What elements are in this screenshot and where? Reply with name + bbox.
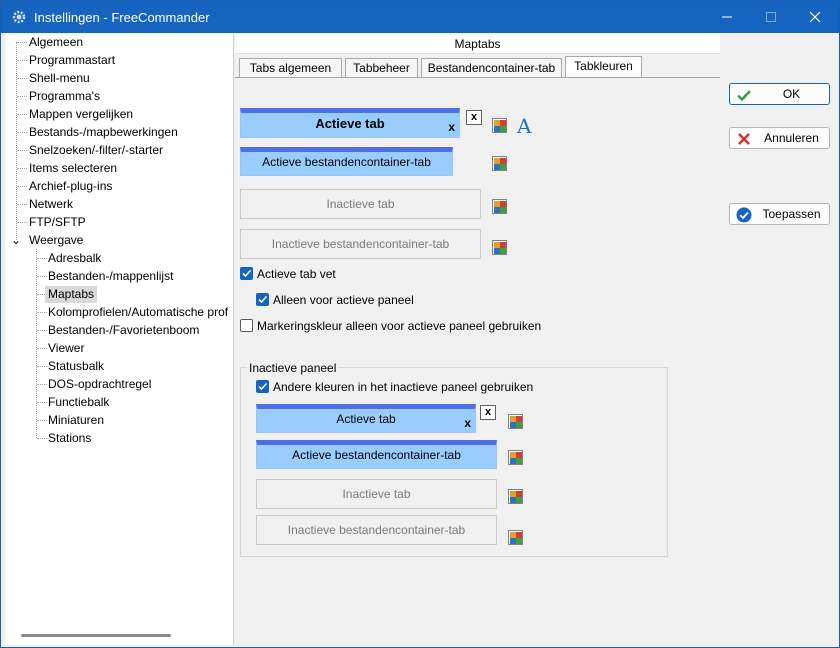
marking-color-checkbox[interactable]: Markeringskleur alleen voor actieve pane… — [240, 319, 541, 335]
tree-item-viewer[interactable]: Viewer — [48, 340, 84, 357]
check-icon — [737, 90, 751, 102]
marking-color-label: Markeringskleur alleen voor actieve pane… — [257, 319, 542, 333]
inactive-container-tab-swatch[interactable]: Inactieve bestandencontainer-tab — [240, 229, 481, 259]
tab-tabbeheer[interactable]: Tabbeheer — [345, 58, 418, 78]
tab-close-icon: x — [448, 120, 455, 134]
inactive-tab-swatch[interactable]: Inactieve tab — [240, 189, 481, 219]
tree-item-favorietenboom[interactable]: Bestanden-/Favorietenboom — [48, 322, 199, 339]
tree-item-items-selecteren[interactable]: Items selecteren — [29, 160, 117, 177]
tree-item-bestands-mapbewerkingen[interactable]: Bestands-/mapbewerkingen — [29, 124, 178, 141]
inactive-group-inactive-container-swatch[interactable]: Inactieve bestandencontainer-tab — [256, 515, 497, 545]
tree-item-archief-plug-ins[interactable]: Archief-plug-ins — [29, 178, 112, 195]
settings-tree[interactable]: Algemeen Programmastart Shell-menu Progr… — [5, 34, 234, 645]
group-title: Inactieve paneel — [247, 361, 339, 375]
tree-item-bestanden-mappenlijst[interactable]: Bestanden-/mappenlijst — [48, 268, 173, 285]
active-tab-swatch[interactable]: Actieve tab x — [240, 108, 460, 138]
active-container-tab-swatch[interactable]: Actieve bestandencontainer-tab — [240, 147, 453, 176]
gear-icon — [12, 10, 26, 24]
color-picker-button[interactable] — [492, 240, 507, 255]
tree-item-statusbalk[interactable]: Statusbalk — [48, 358, 104, 375]
title-bar[interactable]: Instellingen - FreeCommander — [1, 1, 839, 33]
font-button-icon[interactable]: A — [517, 114, 531, 138]
other-colors-checkbox[interactable]: Andere kleuren in het inactieve paneel g… — [256, 380, 533, 396]
tree-item-netwerk[interactable]: Netwerk — [29, 196, 73, 213]
tree-item-miniaturen[interactable]: Miniaturen — [48, 412, 104, 429]
color-picker-button[interactable] — [508, 530, 523, 545]
close-box-button[interactable]: x — [480, 405, 496, 420]
color-picker-button[interactable] — [508, 414, 523, 429]
tab-bestandencontainer[interactable]: Bestandencontainer-tab — [421, 58, 562, 78]
close-icon — [738, 133, 750, 145]
inactive-group-active-tab-label: Actieve tab — [336, 412, 396, 426]
inactive-group-active-tab-swatch[interactable]: Actieve tab x — [256, 404, 476, 433]
active-tab-bold-checkbox[interactable]: Actieve tab vet — [240, 267, 336, 283]
tree-item-algemeen[interactable]: Algemeen — [29, 34, 83, 51]
tab-tabkleuren[interactable]: Tabkleuren — [565, 56, 642, 78]
close-button[interactable] — [795, 5, 835, 29]
tab-strip: Tabs algemeen Tabbeheer Bestandencontain… — [235, 56, 720, 78]
window-title: Instellingen - FreeCommander — [34, 10, 210, 25]
active-tab-label: Actieve tab — [315, 116, 385, 131]
only-active-panel-checkbox[interactable]: Alleen voor actieve paneel — [256, 293, 414, 309]
active-tab-bold-label: Actieve tab vet — [257, 267, 336, 281]
tree-item-snelzoeken[interactable]: Snelzoeken/-filter/-starter — [29, 142, 163, 159]
action-pane: OK Annuleren Toepassen — [721, 34, 839, 645]
horizontal-scrollbar[interactable] — [21, 634, 171, 637]
settings-window: Instellingen - FreeCommander Algemeen Pr… — [0, 0, 840, 648]
other-colors-label: Andere kleuren in het inactieve paneel g… — [273, 380, 534, 394]
chevron-down-icon[interactable]: ⌄ — [11, 232, 21, 249]
checkmark-icon — [256, 380, 269, 393]
minimize-button[interactable] — [707, 5, 747, 29]
tree-item-shell-menu[interactable]: Shell-menu — [29, 70, 90, 87]
apply-button[interactable]: Toepassen — [729, 203, 830, 225]
checkbox-icon — [240, 319, 253, 332]
color-picker-button[interactable] — [492, 156, 507, 171]
tree-item-ftp-sftp[interactable]: FTP/SFTP — [29, 214, 86, 231]
tree-item-stations[interactable]: Stations — [48, 430, 91, 447]
tree-item-kolomprofielen[interactable]: Kolomprofielen/Automatische prof — [48, 304, 228, 321]
maptabs-panel: Maptabs Tabs algemeen Tabbeheer Bestande… — [235, 34, 720, 645]
tree-item-maptabs[interactable]: Maptabs — [45, 286, 98, 303]
tree-item-functiebalk[interactable]: Functiebalk — [48, 394, 109, 411]
maximize-icon — [766, 12, 776, 22]
ok-button[interactable]: OK — [729, 83, 830, 105]
tree-item-adresbalk[interactable]: Adresbalk — [48, 250, 101, 267]
checkmark-icon — [240, 267, 253, 280]
page-title: Maptabs — [235, 34, 720, 54]
color-picker-button[interactable] — [508, 450, 523, 465]
inactive-group-active-container-swatch[interactable]: Actieve bestandencontainer-tab — [256, 440, 497, 469]
tab-close-icon: x — [464, 416, 471, 430]
only-active-panel-label: Alleen voor actieve paneel — [273, 293, 414, 307]
color-picker-button[interactable] — [492, 199, 507, 214]
color-picker-button[interactable] — [508, 489, 523, 504]
tree-item-weergave[interactable]: Weergave — [29, 232, 83, 249]
color-picker-button[interactable] — [492, 118, 507, 133]
inactive-group-inactive-tab-swatch[interactable]: Inactieve tab — [256, 479, 497, 509]
tree-item-dos-opdrachtregel[interactable]: DOS-opdrachtregel — [48, 376, 151, 393]
close-box-button[interactable]: x — [466, 110, 482, 125]
minimize-icon — [722, 16, 732, 18]
tree-item-programmastart[interactable]: Programmastart — [29, 52, 115, 69]
close-icon — [809, 11, 821, 23]
checkmark-icon — [256, 293, 269, 306]
tree-item-mappen-vergelijken[interactable]: Mappen vergelijken — [29, 106, 133, 123]
tree-item-programmas[interactable]: Programma's — [29, 88, 100, 105]
tab-tabs-algemeen[interactable]: Tabs algemeen — [239, 58, 342, 78]
check-circle-icon — [736, 207, 752, 223]
maximize-button[interactable] — [751, 5, 791, 29]
cancel-button[interactable]: Annuleren — [729, 127, 830, 149]
